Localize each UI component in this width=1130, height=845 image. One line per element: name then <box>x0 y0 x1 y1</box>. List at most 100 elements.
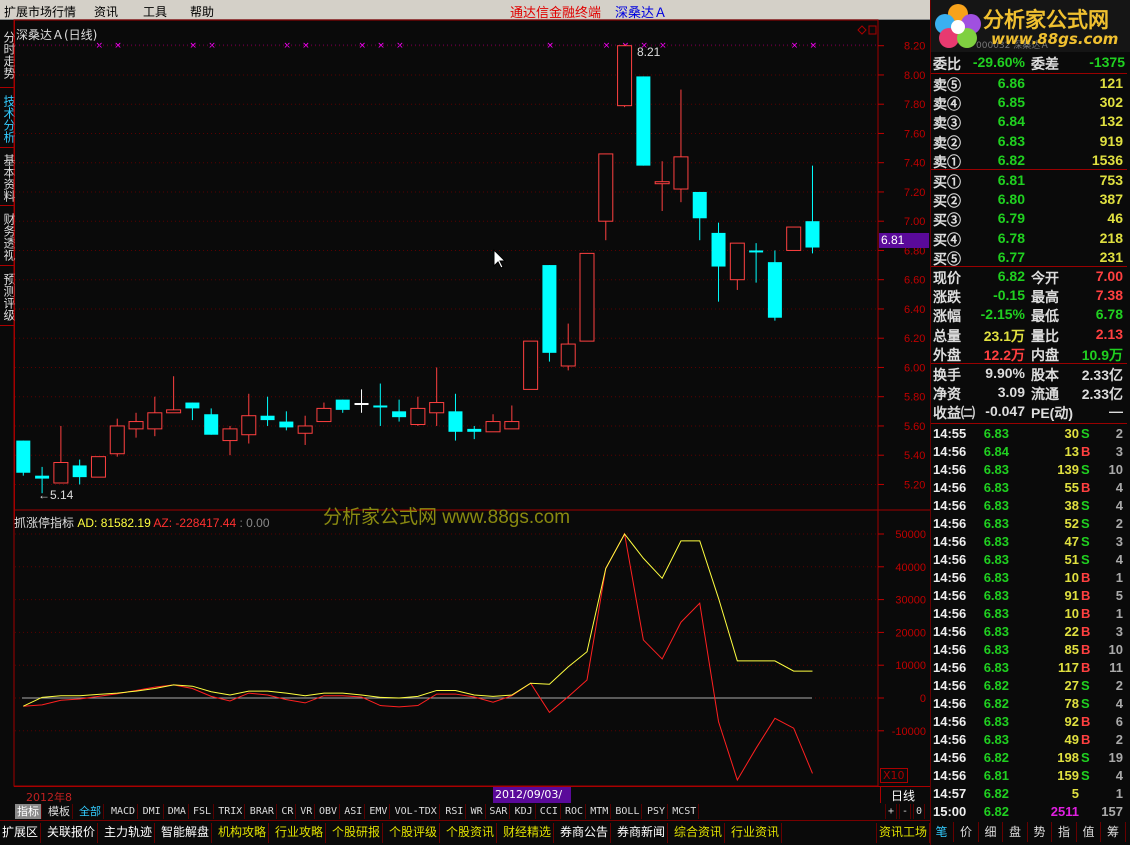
indicator-tab-mtm[interactable]: MTM <box>588 804 612 819</box>
indicator-tab-cr[interactable]: CR <box>279 804 297 819</box>
candle[interactable] <box>335 399 350 413</box>
candle[interactable] <box>692 191 707 241</box>
candle[interactable] <box>448 393 463 441</box>
candle[interactable] <box>673 89 689 203</box>
panel-tab-5[interactable]: 指 <box>1053 822 1077 842</box>
bottom-tab-13[interactable]: 行业资讯 <box>729 823 783 843</box>
bottom-tab-5[interactable]: 行业攻略 <box>273 823 327 843</box>
candle[interactable] <box>560 323 576 371</box>
indicator-tab-vr[interactable]: VR <box>298 804 316 819</box>
bottom-tab-6[interactable]: 个股研报 <box>330 823 384 843</box>
bottom-tab-10[interactable]: 券商公告 <box>558 823 612 843</box>
indicator-tab-boll[interactable]: BOLL <box>613 804 643 819</box>
candle[interactable] <box>749 243 764 283</box>
candle[interactable] <box>185 402 200 421</box>
zoom-button-2[interactable]: 0 <box>913 804 926 819</box>
indicator-tab-dmi[interactable]: DMI <box>141 804 164 819</box>
indicator-tab-kdj[interactable]: KDJ <box>513 804 536 819</box>
indicator-tab-macd[interactable]: MACD <box>109 804 139 819</box>
period-button[interactable]: 日线 <box>880 787 930 804</box>
candle[interactable] <box>598 153 614 241</box>
candle[interactable] <box>504 405 520 430</box>
candle[interactable] <box>579 252 595 342</box>
candle[interactable] <box>222 425 238 456</box>
bottom-tab-11[interactable]: 券商新闻 <box>615 823 669 843</box>
candle[interactable] <box>523 340 539 390</box>
candle-body <box>805 221 820 248</box>
candle[interactable] <box>654 161 670 211</box>
candle-body <box>598 153 614 222</box>
candle[interactable] <box>241 393 257 444</box>
candle[interactable] <box>204 408 219 435</box>
candle[interactable] <box>373 383 388 426</box>
price-tick-label: 6.20 <box>904 333 925 345</box>
candle[interactable] <box>90 456 106 478</box>
indicator-tab-指标[interactable]: 指标 <box>15 804 42 819</box>
indicator-tab-wr[interactable]: WR <box>469 804 486 819</box>
candle[interactable] <box>109 418 125 457</box>
candle[interactable] <box>729 242 745 290</box>
candle[interactable] <box>786 226 802 251</box>
bottom-tab-0[interactable]: 扩展区 <box>0 823 42 843</box>
panel-tab-6[interactable]: 值 <box>1077 822 1101 842</box>
candle[interactable] <box>467 425 482 440</box>
candle[interactable] <box>166 376 182 414</box>
candle[interactable] <box>279 411 294 431</box>
candle[interactable] <box>316 402 332 423</box>
indicator-tab-rsi[interactable]: RSI <box>443 804 467 819</box>
bottom-tab-8[interactable]: 个股资讯 <box>444 823 498 843</box>
candle[interactable] <box>53 425 69 484</box>
indicator-tab-roc[interactable]: ROC <box>563 804 587 819</box>
panel-tab-4[interactable]: 势 <box>1028 822 1052 842</box>
bottom-tab-2[interactable]: 主力轨迹 <box>102 823 156 843</box>
candle[interactable] <box>805 165 820 254</box>
panel-tab-3[interactable]: 盘 <box>1004 822 1028 842</box>
indicator-tab-obv[interactable]: OBV <box>317 804 341 819</box>
candle[interactable] <box>636 76 651 166</box>
bottom-tab-9[interactable]: 财经精选 <box>501 823 555 843</box>
fund-value: — <box>1109 403 1123 420</box>
candle[interactable] <box>16 440 31 476</box>
panel-tab-2[interactable]: 细 <box>979 822 1003 842</box>
zoom-button-1[interactable]: - <box>899 804 912 819</box>
bottom-tab-12[interactable]: 综合资讯 <box>672 823 726 843</box>
candle[interactable] <box>767 250 782 321</box>
zoom-button-0[interactable]: + <box>885 804 898 819</box>
candle[interactable] <box>72 459 87 485</box>
bottom-tab-7[interactable]: 个股评级 <box>387 823 441 843</box>
info-workshop-tab[interactable]: 资讯工场 <box>876 823 930 843</box>
indicator-tab-sar[interactable]: SAR <box>487 804 511 819</box>
candle[interactable] <box>128 412 144 438</box>
candle[interactable] <box>485 414 501 433</box>
panel-tab-1[interactable]: 价 <box>955 822 979 842</box>
indicator-tab-cci[interactable]: CCI <box>538 804 561 819</box>
indicator-tab-trix[interactable]: TRIX <box>216 804 246 819</box>
candle[interactable] <box>410 396 426 426</box>
candle[interactable] <box>617 44 633 108</box>
indicator-tab-mcst[interactable]: MCST <box>670 804 700 819</box>
box-icon[interactable] <box>868 25 877 35</box>
diamond-icon[interactable] <box>857 25 867 35</box>
candle[interactable] <box>542 265 557 362</box>
indicator-tab-brar[interactable]: BRAR <box>248 804 277 819</box>
chart-canvas[interactable]: 8.208.007.807.607.407.207.006.806.606.40… <box>0 0 930 800</box>
indicator-tab-dma[interactable]: DMA <box>166 804 189 819</box>
candle[interactable] <box>297 415 313 445</box>
indicator-tab-全部[interactable]: 全部 <box>77 804 104 819</box>
candle[interactable] <box>711 222 726 302</box>
indicator-tab-emv[interactable]: EMV <box>367 804 391 819</box>
candle[interactable] <box>260 396 275 426</box>
indicator-tab-模板[interactable]: 模板 <box>46 804 73 819</box>
indicator-tab-asi[interactable]: ASI <box>342 804 366 819</box>
bottom-tab-1[interactable]: 关联报价 <box>45 823 99 843</box>
indicator-tab-fsl[interactable]: FSL <box>191 804 215 819</box>
candle[interactable] <box>392 399 407 422</box>
panel-tab-7[interactable]: 筹 <box>1102 822 1126 842</box>
indicator-tab-psy[interactable]: PSY <box>645 804 669 819</box>
candle[interactable] <box>354 389 369 413</box>
bottom-tab-3[interactable]: 智能解盘 <box>159 823 213 843</box>
panel-tab-0[interactable]: 笔 <box>930 822 954 842</box>
candle[interactable] <box>147 396 163 437</box>
bottom-tab-4[interactable]: 机构攻略 <box>216 823 270 843</box>
indicator-tab-vol-tdx[interactable]: VOL-TDX <box>393 804 440 819</box>
